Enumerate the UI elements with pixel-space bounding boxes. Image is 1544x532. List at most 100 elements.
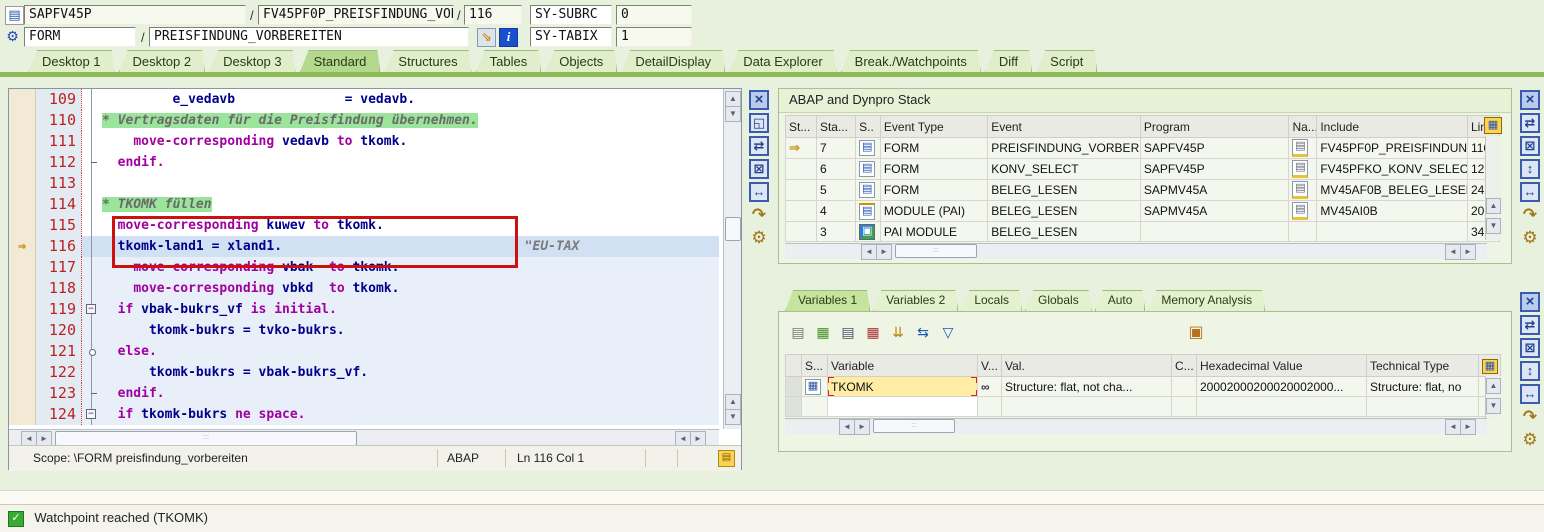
breakpoint-gutter[interactable] bbox=[9, 278, 36, 299]
stack-row[interactable]: ⇒ 7 ▤ FORM PREISFINDUNG_VORBER... SAPFV45P ▤ FV… bbox=[785, 137, 1501, 159]
code-text[interactable] bbox=[102, 173, 719, 194]
code-area[interactable]: 109 e_vedavb = vedavb. 110 * Vertragsdaten… bbox=[9, 89, 719, 429]
code-line-120[interactable]: 120 tkomk-bukrs = tvko-bukrs. bbox=[9, 320, 719, 341]
vars-vscrollbar[interactable]: ▲ ▼ bbox=[1485, 376, 1501, 418]
fold-collapse-icon[interactable]: − bbox=[86, 304, 96, 314]
stack-column-header[interactable]: Na... bbox=[1288, 115, 1318, 138]
include-field[interactable]: FV45PF0P_PREISFINDUNG_VORBEREI bbox=[258, 5, 454, 25]
vars-layout-icon[interactable]: ▦ bbox=[1482, 358, 1498, 374]
code-text[interactable]: move-corresponding vedavb to tkomk. bbox=[102, 131, 719, 152]
stack-layout-icon[interactable]: ▦ bbox=[1484, 117, 1502, 134]
code-text[interactable]: tkomk-land1 = xland1. "EU-TAX bbox=[102, 236, 719, 257]
vars-column-header[interactable]: Hexadecimal Value bbox=[1196, 354, 1367, 377]
variables-table[interactable]: S... Variable V... Val. C... Hexadecimal Valu… bbox=[785, 354, 1501, 417]
tab-desktop-3[interactable]: Desktop 3 bbox=[209, 50, 296, 73]
services-icon[interactable]: ⚙ bbox=[749, 228, 769, 248]
services-icon[interactable]: ⚙ bbox=[1520, 228, 1540, 248]
vars-column-header[interactable]: Technical Type bbox=[1366, 354, 1479, 377]
vars-column-header[interactable]: C... bbox=[1171, 354, 1197, 377]
stack-hscrollbar[interactable]: ◄ ► ::: ◄ ► bbox=[785, 243, 1487, 260]
hscroll-thumb[interactable]: ::: bbox=[55, 431, 357, 446]
breakpoint-gutter[interactable] bbox=[9, 131, 36, 152]
vars-tab-variables-1[interactable]: Variables 1 bbox=[785, 290, 870, 311]
view-minus-icon[interactable]: ▦ bbox=[864, 324, 882, 342]
scroll-right-icon[interactable]: ► bbox=[1460, 244, 1476, 260]
code-line-123[interactable]: 123 endif. bbox=[9, 383, 719, 404]
scroll-down-icon[interactable]: ▼ bbox=[1486, 218, 1501, 234]
vars-tab-locals[interactable]: Locals bbox=[961, 290, 1022, 311]
fold-column[interactable] bbox=[82, 215, 102, 236]
sy-tabix-value[interactable]: 1 bbox=[616, 27, 692, 47]
fold-column[interactable] bbox=[82, 278, 102, 299]
vars-column-header[interactable]: V... bbox=[977, 354, 1002, 377]
current-statement-arrow-icon[interactable]: ⇒ bbox=[9, 236, 36, 257]
h-resize-icon[interactable]: ↔ bbox=[1520, 182, 1540, 202]
tab-desktop-2[interactable]: Desktop 2 bbox=[119, 50, 206, 73]
breakpoint-gutter[interactable] bbox=[9, 362, 36, 383]
program-field[interactable]: SAPFV45P bbox=[24, 5, 246, 25]
sy-tabix-field[interactable]: SY-TABIX bbox=[530, 27, 612, 47]
stack-table[interactable]: St... Sta... S.. Event Type Event Program Na..… bbox=[785, 115, 1501, 242]
swap-panels-icon[interactable]: ⇄ bbox=[1520, 315, 1540, 335]
scroll-left-icon[interactable]: ◄ bbox=[839, 419, 855, 435]
tab-structures[interactable]: Structures bbox=[384, 50, 471, 73]
tab-objects[interactable]: Objects bbox=[545, 50, 617, 73]
scroll-right-icon[interactable]: ► bbox=[1460, 419, 1476, 435]
vars-hscroll-thumb[interactable]: ::: bbox=[873, 419, 955, 433]
scroll-left-icon[interactable]: ◄ bbox=[1445, 419, 1461, 435]
sy-subrc-field[interactable]: SY-SUBRC bbox=[530, 5, 612, 25]
vars-column-header[interactable]: S... bbox=[801, 354, 828, 377]
breakpoint-gutter[interactable] bbox=[9, 383, 36, 404]
navigate-include-icon[interactable]: ▤ bbox=[1292, 139, 1309, 157]
breakpoint-gutter[interactable] bbox=[9, 194, 36, 215]
code-text[interactable]: move-corresponding vbak to tkomk. bbox=[102, 257, 719, 278]
scroll-up-icon[interactable]: ▲ bbox=[1486, 198, 1501, 214]
navigate-include-icon[interactable]: ▤ bbox=[1292, 202, 1309, 220]
tab-data-explorer[interactable]: Data Explorer bbox=[729, 50, 836, 73]
tab-tables[interactable]: Tables bbox=[476, 50, 542, 73]
fold-column[interactable] bbox=[82, 131, 102, 152]
scroll-right-icon[interactable]: ► bbox=[854, 419, 870, 435]
scroll-up-icon[interactable]: ▲ bbox=[725, 394, 741, 410]
swap-panels-icon[interactable]: ⇄ bbox=[749, 136, 769, 156]
h-resize-icon[interactable]: ↔ bbox=[1520, 384, 1540, 404]
maximize-icon[interactable]: ⊠ bbox=[1520, 338, 1540, 358]
code-line-116[interactable]: ⇒ 116 tkomk-land1 = xland1. "EU-TAX bbox=[9, 236, 719, 257]
code-text[interactable]: e_vedavb = vedavb. bbox=[102, 89, 719, 110]
breakpoint-gutter[interactable] bbox=[9, 173, 36, 194]
breakpoint-gutter[interactable] bbox=[9, 257, 36, 278]
filter-icon[interactable]: ▽ bbox=[939, 324, 957, 342]
editor-vertical-scrollbar[interactable]: ▲ ▼ ▲ ▼ bbox=[723, 89, 741, 429]
save-icon[interactable]: ▣ bbox=[1187, 324, 1205, 342]
fold-column[interactable] bbox=[82, 89, 102, 110]
swap-content-icon[interactable]: ↷ bbox=[749, 205, 769, 225]
fold-column[interactable]: − bbox=[82, 299, 102, 320]
tab-diff[interactable]: Diff bbox=[985, 50, 1032, 73]
code-text[interactable]: tkomk-bukrs = vbak-bukrs_vf. bbox=[102, 362, 719, 383]
glasses-icon[interactable]: ∞ bbox=[981, 380, 990, 394]
stack-column-header[interactable]: Include bbox=[1316, 115, 1468, 138]
tab-break-watchpoints[interactable]: Break./Watchpoints bbox=[841, 50, 981, 73]
vars-tab-globals[interactable]: Globals bbox=[1025, 290, 1092, 311]
vars-tab-auto[interactable]: Auto bbox=[1095, 290, 1146, 311]
breakpoint-gutter[interactable] bbox=[9, 110, 36, 131]
stack-column-header[interactable]: Sta... bbox=[815, 115, 857, 138]
row-selector-header[interactable] bbox=[785, 354, 802, 377]
new-window-icon[interactable]: ◱ bbox=[749, 113, 769, 133]
breakpoint-gutter[interactable] bbox=[9, 320, 36, 341]
services-icon[interactable]: ⚙ bbox=[1520, 430, 1540, 450]
scroll-down-icon[interactable]: ▼ bbox=[1486, 398, 1501, 414]
fold-column[interactable] bbox=[82, 257, 102, 278]
stack-column-header[interactable]: S.. bbox=[855, 115, 881, 138]
code-line-111[interactable]: 111 move-corresponding vedavb to tkomk. bbox=[9, 131, 719, 152]
code-line-121[interactable]: 121 else. bbox=[9, 341, 719, 362]
fold-column[interactable] bbox=[82, 320, 102, 341]
tab-script[interactable]: Script bbox=[1036, 50, 1097, 73]
navigate-include-icon[interactable]: ▤ bbox=[1292, 181, 1309, 199]
info-icon[interactable]: i bbox=[499, 28, 518, 47]
tab-desktop-1[interactable]: Desktop 1 bbox=[28, 50, 115, 73]
code-line-114[interactable]: 114 * TKOMK füllen bbox=[9, 194, 719, 215]
code-line-109[interactable]: 109 e_vedavb = vedavb. bbox=[9, 89, 719, 110]
tab-standard[interactable]: Standard bbox=[300, 50, 381, 73]
editor-horizontal-scrollbar[interactable]: ◄ ► ::: ◄ ► bbox=[9, 429, 719, 447]
